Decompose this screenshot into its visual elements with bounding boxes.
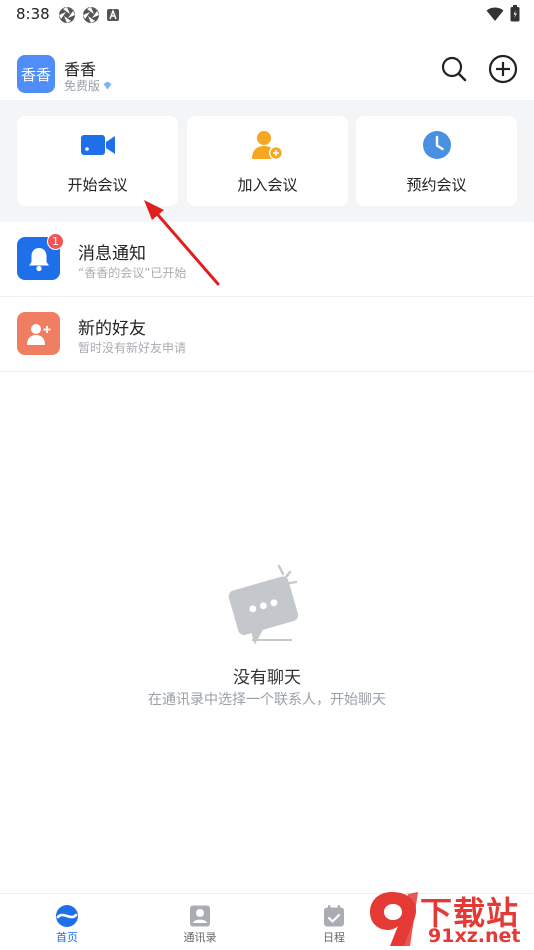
list-item-title: 新的好友: [78, 319, 146, 339]
contacts-icon: [190, 905, 210, 927]
font-a-icon: [107, 9, 119, 21]
search-button[interactable]: [438, 53, 470, 85]
site-watermark: 下载站 91xz.net: [366, 888, 534, 950]
plan-badge-icon: [103, 81, 112, 90]
join-meeting-button[interactable]: 加入会议: [187, 116, 348, 206]
empty-chat-illustration: [228, 564, 299, 645]
list-item-subtitle: “香香的会议”已开始: [78, 266, 187, 280]
unread-badge: 1: [47, 233, 64, 250]
battery-icon: [510, 5, 520, 22]
schedule-meeting-label: 预约会议: [406, 176, 467, 194]
friend-icon-tile: [17, 312, 60, 355]
search-icon: [441, 56, 467, 82]
schedule-meeting-button[interactable]: 预约会议: [356, 116, 517, 206]
user-plan-label: 免费版: [64, 79, 101, 93]
tab-contacts[interactable]: 通讯录: [160, 902, 240, 946]
clock-icon: [422, 131, 451, 159]
list-item-subtitle: 暂时没有新好友申请: [78, 341, 187, 355]
status-system-icons: [486, 5, 520, 22]
aperture-icon: [83, 7, 99, 23]
aperture-icon: [59, 7, 75, 23]
home-header: 香香 香香 免费版: [0, 40, 534, 100]
conversation-list: 1 消息通知 “香香的会议”已开始 新的好友 暂时没有新好友申请: [0, 222, 534, 372]
empty-subtitle: 在通讯录中选择一个联系人，开始聊天: [148, 692, 386, 708]
list-item-title: 消息通知: [78, 244, 146, 264]
home-logo-icon: [56, 905, 78, 927]
add-person-icon: [251, 131, 283, 160]
watermark-logo-icon: [370, 892, 418, 946]
status-notification-icons: [58, 6, 120, 24]
calendar-check-icon: [324, 905, 344, 927]
friend-add-icon: [26, 323, 50, 345]
plus-circle-icon: [488, 54, 518, 84]
join-meeting-label: 加入会议: [237, 176, 298, 194]
watermark-url: 91xz.net: [428, 925, 521, 947]
user-plan[interactable]: 免费版: [64, 77, 112, 94]
tab-home[interactable]: 首页: [27, 902, 107, 946]
quick-actions: 开始会议 加入会议 预约会议: [0, 100, 534, 222]
avatar-text: 香香: [20, 65, 51, 84]
status-time: 8:38: [16, 5, 50, 23]
tab-label: 日程: [323, 931, 345, 944]
list-item-new-friends[interactable]: 新的好友 暂时没有新好友申请: [0, 297, 534, 372]
add-button[interactable]: [487, 53, 519, 85]
avatar[interactable]: 香香: [17, 55, 55, 93]
wifi-icon: [486, 7, 504, 21]
tab-label: 首页: [56, 931, 78, 944]
status-bar: 8:38: [0, 0, 534, 28]
start-meeting-button[interactable]: 开始会议: [17, 116, 178, 206]
video-camera-icon: [80, 135, 115, 155]
start-meeting-label: 开始会议: [67, 176, 128, 194]
empty-title: 没有聊天: [233, 668, 301, 688]
tab-schedule[interactable]: 日程: [294, 902, 374, 946]
tab-label: 通讯录: [183, 931, 217, 944]
list-item-notifications[interactable]: 1 消息通知 “香香的会议”已开始: [0, 222, 534, 297]
bell-icon: [28, 247, 49, 271]
